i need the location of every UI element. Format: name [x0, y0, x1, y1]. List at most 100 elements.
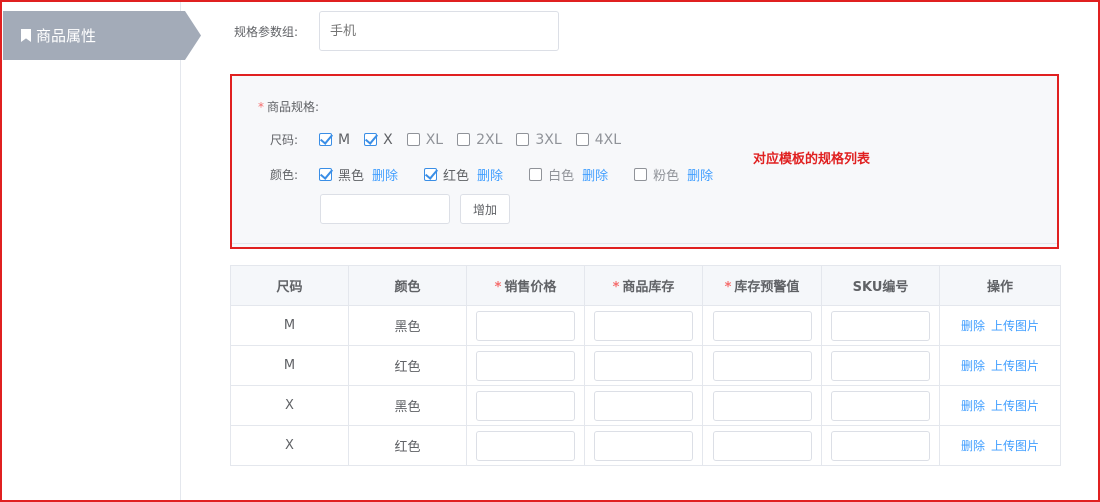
stock-input[interactable] — [594, 390, 693, 421]
size-label: 尺码: — [270, 133, 299, 147]
delete-color-link[interactable]: 删除 — [582, 165, 608, 184]
upload-image-link[interactable]: 上传图片 — [991, 359, 1039, 373]
column-header: 颜色 — [348, 265, 467, 306]
checkbox-unchecked-icon — [575, 133, 589, 146]
size-checkbox[interactable]: XL — [406, 132, 443, 148]
size-cell: X — [230, 385, 349, 426]
stock-cell — [584, 345, 703, 386]
price-input[interactable] — [476, 310, 575, 341]
column-header-label: 商品库存 — [622, 280, 675, 295]
size-cell: X — [230, 425, 349, 466]
color-option-label: 黑色 — [338, 169, 365, 184]
size-option-label: M — [338, 131, 351, 148]
delete-row-link[interactable]: 删除 — [961, 399, 985, 413]
checkbox-unchecked-icon — [406, 133, 420, 146]
column-header-label: 尺码 — [276, 280, 303, 295]
size-row: 尺码: M X XL 2XL 3XL 4XL — [270, 131, 635, 148]
size-checkbox[interactable]: 4XL — [575, 131, 622, 148]
sku-code-input[interactable] — [831, 390, 930, 421]
color-cell: 黑色 — [348, 385, 467, 426]
color-checkbox[interactable]: 黑色 — [319, 165, 364, 184]
actions-cell: 删除 上传图片 — [939, 305, 1061, 346]
stock-warning-cell — [702, 425, 822, 466]
checkbox-checked-icon — [364, 133, 378, 146]
color-row: 颜色: 黑色 删除 红色 删除 白色 删除 粉色 删除 — [270, 165, 739, 184]
size-cell: M — [230, 345, 349, 386]
size-option-label: 4XL — [594, 131, 622, 148]
checkbox-unchecked-icon — [634, 168, 648, 181]
add-spec-input[interactable] — [320, 194, 450, 224]
size-checkbox[interactable]: 3XL — [516, 132, 562, 148]
table-row: M 黑色 删除 上传图片 — [230, 305, 1061, 346]
stock-cell — [584, 385, 703, 426]
spec-group-label: 规格参数组: — [234, 24, 299, 39]
stock-input[interactable] — [594, 350, 693, 381]
stock-input[interactable] — [594, 430, 693, 461]
stock-cell — [584, 425, 703, 466]
table-row: M 红色 删除 上传图片 — [230, 345, 1061, 386]
sku-table: 尺码 颜色 * 销售价格 * 商品库存 * 库存预警值 SKU编号 操作 M 黑色 删除 上传图片 M 红色… — [230, 265, 1061, 466]
required-marker: * — [494, 280, 502, 295]
sku-code-input[interactable] — [831, 430, 930, 461]
size-option-label: X — [383, 131, 393, 148]
delete-color-link[interactable]: 删除 — [372, 165, 398, 184]
upload-image-link[interactable]: 上传图片 — [991, 319, 1039, 333]
sku-code-input[interactable] — [831, 310, 930, 341]
delete-color-link[interactable]: 删除 — [477, 165, 503, 184]
price-input[interactable] — [476, 350, 575, 381]
column-header: 操作 — [939, 265, 1061, 306]
sku-code-cell — [821, 425, 940, 466]
sidebar — [0, 0, 181, 502]
stock-input[interactable] — [594, 310, 693, 341]
stock-warning-input[interactable] — [712, 430, 812, 461]
delete-row-link[interactable]: 删除 — [961, 439, 985, 453]
stock-warning-cell — [702, 385, 822, 426]
add-button[interactable]: 增加 — [460, 194, 510, 224]
color-cell: 红色 — [348, 345, 467, 386]
checkbox-unchecked-icon — [457, 133, 471, 146]
stock-warning-input[interactable] — [712, 310, 812, 341]
upload-image-link[interactable]: 上传图片 — [991, 399, 1039, 413]
column-header-label: SKU编号 — [852, 280, 909, 295]
checkbox-unchecked-icon — [516, 133, 530, 146]
table-row: X 红色 删除 上传图片 — [230, 425, 1061, 466]
delete-color-link[interactable]: 删除 — [687, 165, 713, 184]
price-input[interactable] — [476, 390, 575, 421]
price-cell — [466, 385, 585, 426]
required-marker: * — [612, 280, 620, 295]
column-header-label: 操作 — [986, 280, 1013, 295]
stock-warning-cell — [702, 345, 822, 386]
delete-row-link[interactable]: 删除 — [961, 319, 985, 333]
spec-group-row: 规格参数组: — [234, 11, 559, 51]
color-checkbox[interactable]: 粉色 — [634, 165, 679, 184]
sidebar-tab-product-attributes[interactable]: 商品属性 — [3, 11, 201, 60]
column-header: SKU编号 — [821, 265, 940, 306]
color-checkbox[interactable]: 白色 — [529, 165, 574, 184]
price-input[interactable] — [476, 430, 575, 461]
spec-group-input[interactable] — [319, 11, 559, 51]
column-header: * 销售价格 — [466, 265, 585, 306]
annotation-text: 对应模板的规格列表 — [753, 152, 871, 167]
color-option-label: 红色 — [443, 169, 470, 184]
column-header-label: 颜色 — [394, 280, 421, 295]
size-checkbox[interactable]: X — [364, 132, 393, 148]
required-marker: * — [724, 280, 732, 295]
upload-image-link[interactable]: 上传图片 — [991, 439, 1039, 453]
checkbox-checked-icon — [424, 168, 438, 181]
sku-code-cell — [821, 345, 940, 386]
delete-row-link[interactable]: 删除 — [961, 359, 985, 373]
size-cell: M — [230, 305, 349, 346]
divider — [232, 243, 1057, 244]
spec-list-panel: * 商品规格: 尺码: M X XL 2XL 3XL 4XL 颜色: 黑色 删除 红色 删除 白色删… — [230, 74, 1059, 249]
stock-cell — [584, 305, 703, 346]
column-header-label: 库存预警值 — [734, 280, 800, 295]
color-cell: 黑色 — [348, 305, 467, 346]
stock-warning-input[interactable] — [712, 390, 812, 421]
checkbox-checked-icon — [319, 168, 332, 181]
stock-warning-input[interactable] — [712, 350, 812, 381]
size-checkbox[interactable]: 2XL — [457, 132, 502, 148]
color-option-label: 粉色 — [653, 169, 680, 184]
sku-code-input[interactable] — [831, 350, 930, 381]
color-checkbox[interactable]: 红色 — [424, 165, 469, 184]
size-checkbox[interactable]: M — [319, 132, 350, 148]
